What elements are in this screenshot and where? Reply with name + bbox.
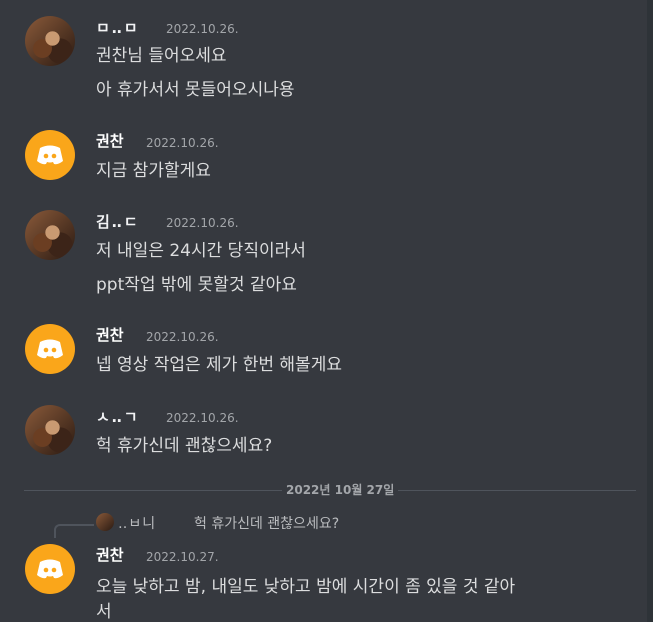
timestamp: 2022.10.26. — [166, 216, 239, 230]
username[interactable]: ㅁ‥ㅁ — [96, 17, 140, 38]
avatar[interactable] — [25, 324, 75, 374]
username[interactable]: 권찬 — [96, 324, 124, 345]
reply-spine — [54, 524, 94, 538]
reply-preview-text[interactable]: 헉 휴가신데 괜찮으세요? — [194, 513, 339, 533]
avatar[interactable] — [25, 544, 75, 594]
reply-username[interactable]: ‥ㅂ니 — [118, 513, 156, 533]
discord-logo-icon — [37, 339, 63, 359]
discord-logo-icon — [37, 559, 63, 579]
username[interactable]: 김‥ㄷ — [96, 211, 140, 232]
avatar[interactable] — [25, 210, 75, 260]
reply-avatar[interactable] — [96, 513, 114, 531]
message-text: 넵 영상 작업은 제가 한번 해볼게요 — [96, 355, 342, 375]
timestamp: 2022.10.26. — [166, 411, 239, 425]
message-text: 헉 휴가신데 괜찮으세요? — [96, 436, 273, 456]
avatar[interactable] — [25, 16, 75, 66]
message-text: 아 휴가서서 못들어오시나용 — [96, 80, 295, 100]
timestamp: 2022.10.26. — [146, 330, 219, 344]
username[interactable]: 권찬 — [96, 544, 124, 565]
message-text: ppt작업 밖에 못할것 같아요 — [96, 275, 297, 295]
username[interactable]: 권찬 — [96, 130, 124, 151]
discord-logo-icon — [37, 145, 63, 165]
message-text: 지금 참가할게요 — [96, 161, 211, 181]
message-text: 오늘 낮하고 밤, 내일도 낮하고 밤에 시간이 좀 있을 것 같아 — [96, 577, 516, 597]
timestamp: 2022.10.27. — [146, 550, 219, 564]
message-text: 권찬님 들어오세요 — [96, 46, 227, 66]
message-text: 서 — [96, 602, 112, 622]
timestamp: 2022.10.26. — [166, 22, 239, 36]
message-text: 저 내일은 24시간 당직이라서 — [96, 241, 306, 261]
username[interactable]: ㅅ‥ㄱ — [96, 406, 140, 427]
timestamp: 2022.10.26. — [146, 136, 219, 150]
avatar[interactable] — [25, 130, 75, 180]
avatar[interactable] — [25, 405, 75, 455]
scrollbar[interactable] — [647, 0, 653, 622]
date-divider: 2022년 10월 27일 — [282, 481, 399, 498]
